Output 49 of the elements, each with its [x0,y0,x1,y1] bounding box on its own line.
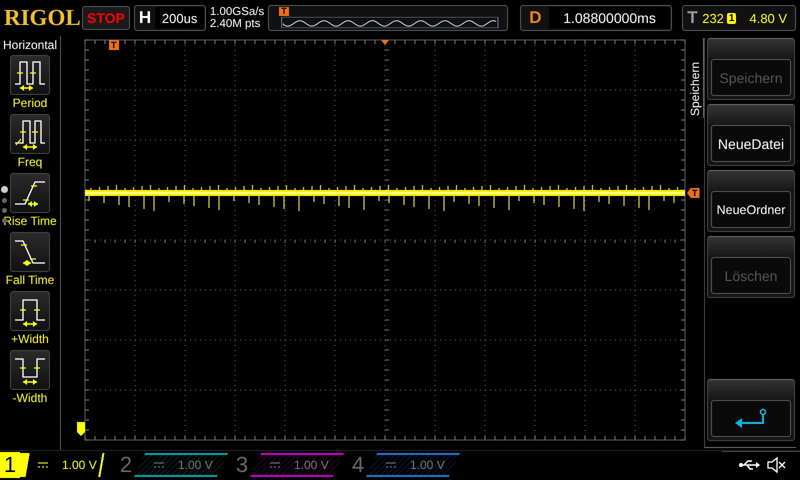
softkey-button[interactable]: NeueDatei [711,125,791,162]
trigger-position-icon [381,40,389,45]
dc-coupling-icon [386,462,396,468]
back-button[interactable] [711,400,791,437]
channel-number[interactable]: 3 [232,452,252,478]
ground-marker-icon [77,422,85,436]
channel-number[interactable]: 1 [0,452,20,478]
dc-coupling-icon [38,462,48,468]
channel-scale-tab[interactable]: 1.00 V [366,453,460,477]
usb-icon [738,459,760,471]
delay-label: D [529,8,542,28]
measure-button[interactable] [10,232,50,272]
channel-scale: 1.00 V [294,458,329,472]
measure-button[interactable] [10,55,50,95]
trigger-label: T [687,8,699,28]
channel-scale: 1.00 V [62,458,97,472]
trigger-code: 232 [702,10,724,26]
trigger-position-marker: T [109,40,118,50]
memory-depth: 2.40M pts [210,18,262,30]
trigger-position-marker: T [279,7,289,16]
channel-scale-tab[interactable]: 1.00 V [250,453,344,477]
trigger-level-marker: T [687,188,700,198]
measure-button[interactable] [10,291,50,331]
channel-number[interactable]: 4 [348,452,368,478]
softkey-button[interactable]: NeueOrdner [711,191,791,228]
measure-label: -Width [12,391,48,405]
menu-title: Horizontal [2,38,58,52]
mute-icon[interactable] [766,456,786,474]
channel-number[interactable]: 2 [116,452,136,478]
timebase-value[interactable]: 200us [155,7,204,29]
channel-scale: 1.00 V [410,458,445,472]
delay-value[interactable]: 1.08800000ms [548,7,670,29]
menu-title: Speichern [688,60,702,118]
measure-label: Period [12,96,48,110]
timebase-label: H [138,8,152,28]
measure-label: +Width [11,332,49,346]
measure-label: Fall Time [6,273,54,287]
dc-coupling-icon [270,462,280,468]
channel-scale: 1.00 V [178,458,213,472]
trigger-source: 1 [726,12,736,24]
measure-button[interactable] [10,173,50,213]
run-status[interactable]: STOP [82,6,130,30]
measure-button[interactable] [10,114,50,154]
channel-scale-tab[interactable]: 1.00 V [134,453,228,477]
measure-button[interactable] [10,350,50,390]
trigger-level: 4.80 V [749,10,788,26]
sample-rate: 1.00GSa/s [210,6,264,18]
dc-coupling-icon [154,462,164,468]
measure-label: Freq [18,155,42,169]
